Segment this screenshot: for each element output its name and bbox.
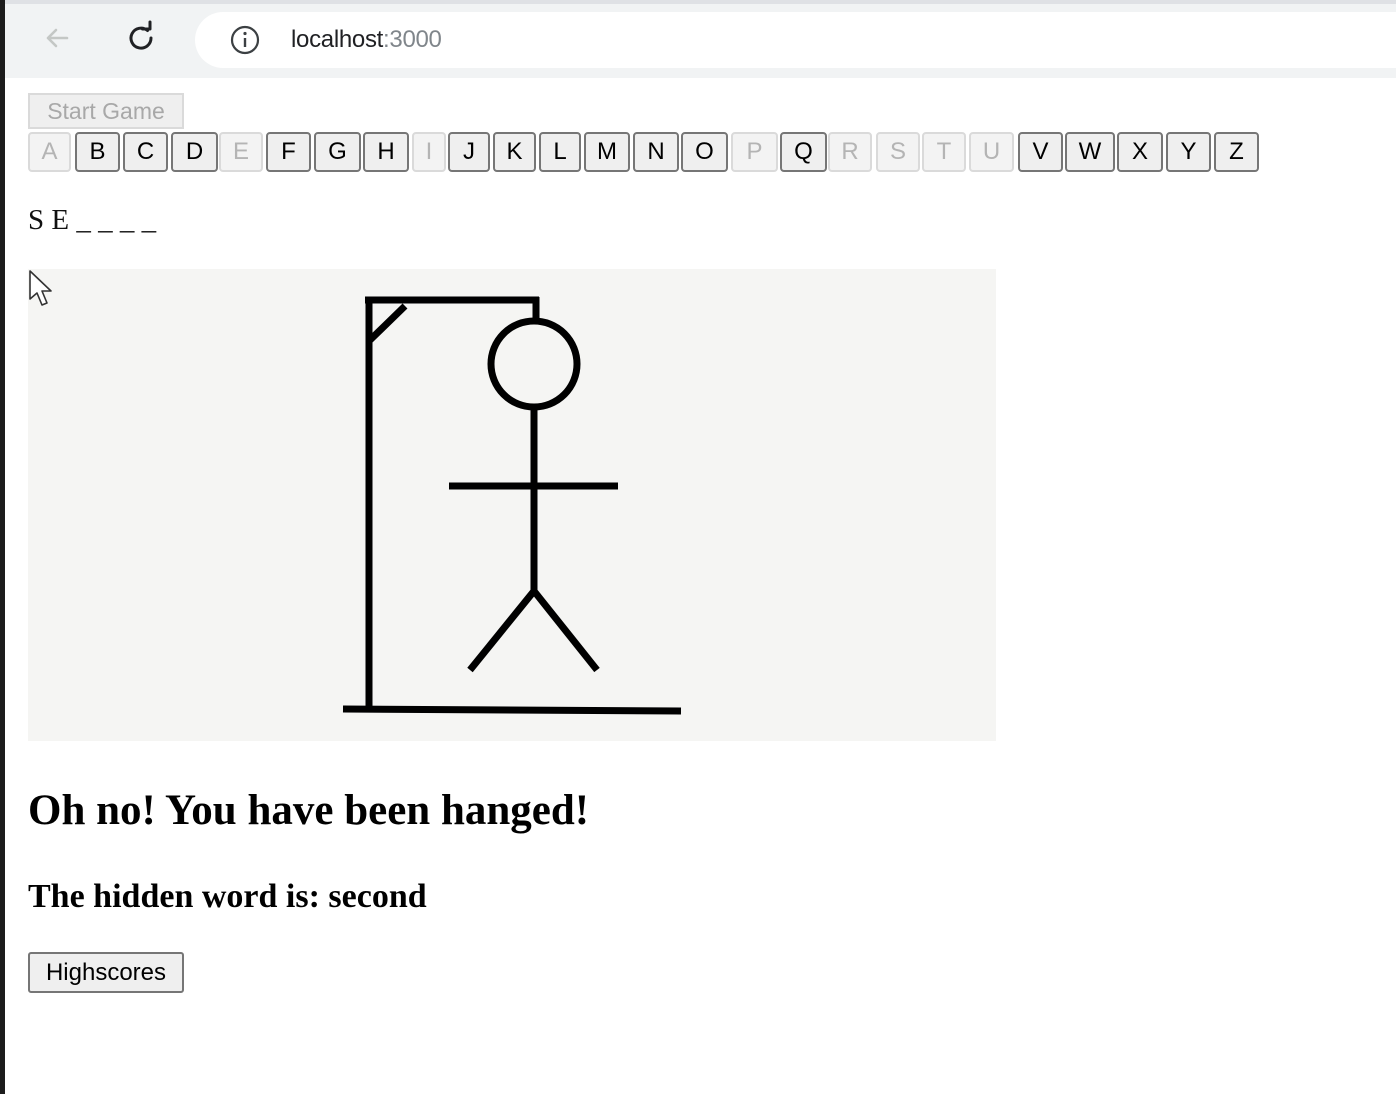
left-leg xyxy=(467,588,537,673)
letter-button-t[interactable]: T xyxy=(922,132,966,172)
tab-strip xyxy=(5,0,1396,4)
letter-button-v[interactable]: V xyxy=(1018,132,1063,172)
head xyxy=(487,317,581,411)
url-host: localhost xyxy=(291,26,384,53)
letter-button-b[interactable]: B xyxy=(75,132,120,172)
start-game-button[interactable]: Start Game xyxy=(28,93,184,129)
reload-button[interactable] xyxy=(121,18,161,58)
letter-button-k[interactable]: K xyxy=(493,132,536,172)
reload-icon xyxy=(129,20,153,50)
info-icon[interactable] xyxy=(229,25,261,55)
letter-button-y[interactable]: Y xyxy=(1166,132,1211,172)
letter-button-d[interactable]: D xyxy=(171,132,218,172)
letter-button-r[interactable]: R xyxy=(828,132,872,172)
letter-button-e[interactable]: E xyxy=(219,132,263,172)
letter-button-x[interactable]: X xyxy=(1117,132,1163,172)
back-arrow-icon xyxy=(46,28,69,48)
hangman-svg xyxy=(342,296,682,715)
letter-button-s[interactable]: S xyxy=(876,132,920,172)
address-bar[interactable]: localhost:3000 xyxy=(195,12,1396,68)
letter-button-u[interactable]: U xyxy=(969,132,1014,172)
letter-button-g[interactable]: G xyxy=(314,132,361,172)
url-text: localhost:3000 xyxy=(291,26,442,54)
letter-button-w[interactable]: W xyxy=(1065,132,1115,172)
browser-toolbar: localhost:3000 xyxy=(5,0,1396,78)
letter-button-i[interactable]: I xyxy=(412,132,446,172)
letter-button-z[interactable]: Z xyxy=(1214,132,1259,172)
letter-button-h[interactable]: H xyxy=(363,132,409,172)
gallows-base xyxy=(342,705,682,715)
letter-button-m[interactable]: M xyxy=(584,132,630,172)
highscores-button[interactable]: Highscores xyxy=(28,952,184,993)
right-leg xyxy=(531,588,600,673)
hangman-drawing xyxy=(28,269,996,741)
mouse-cursor-icon xyxy=(29,270,52,306)
word-display: S E _ _ _ _ xyxy=(28,204,157,236)
letter-button-a[interactable]: A xyxy=(28,132,71,172)
url-port: :3000 xyxy=(383,26,442,53)
letter-button-l[interactable]: L xyxy=(539,132,581,172)
result-message: Oh no! You have been hanged! xyxy=(28,787,590,834)
letter-button-f[interactable]: F xyxy=(266,132,311,172)
letter-button-p[interactable]: P xyxy=(731,132,778,172)
letter-button-q[interactable]: Q xyxy=(780,132,827,172)
letter-button-c[interactable]: C xyxy=(123,132,168,172)
gallows-brace xyxy=(366,303,408,344)
letter-button-o[interactable]: O xyxy=(681,132,728,172)
back-button[interactable] xyxy=(37,18,77,58)
hidden-word-text: The hidden word is: second xyxy=(28,878,427,915)
letter-button-j[interactable]: J xyxy=(448,132,490,172)
page-content: Start Game ABCDEFGHIJKLMNOPQRSTUVWXYZ S … xyxy=(5,78,1396,1094)
letter-button-n[interactable]: N xyxy=(633,132,679,172)
